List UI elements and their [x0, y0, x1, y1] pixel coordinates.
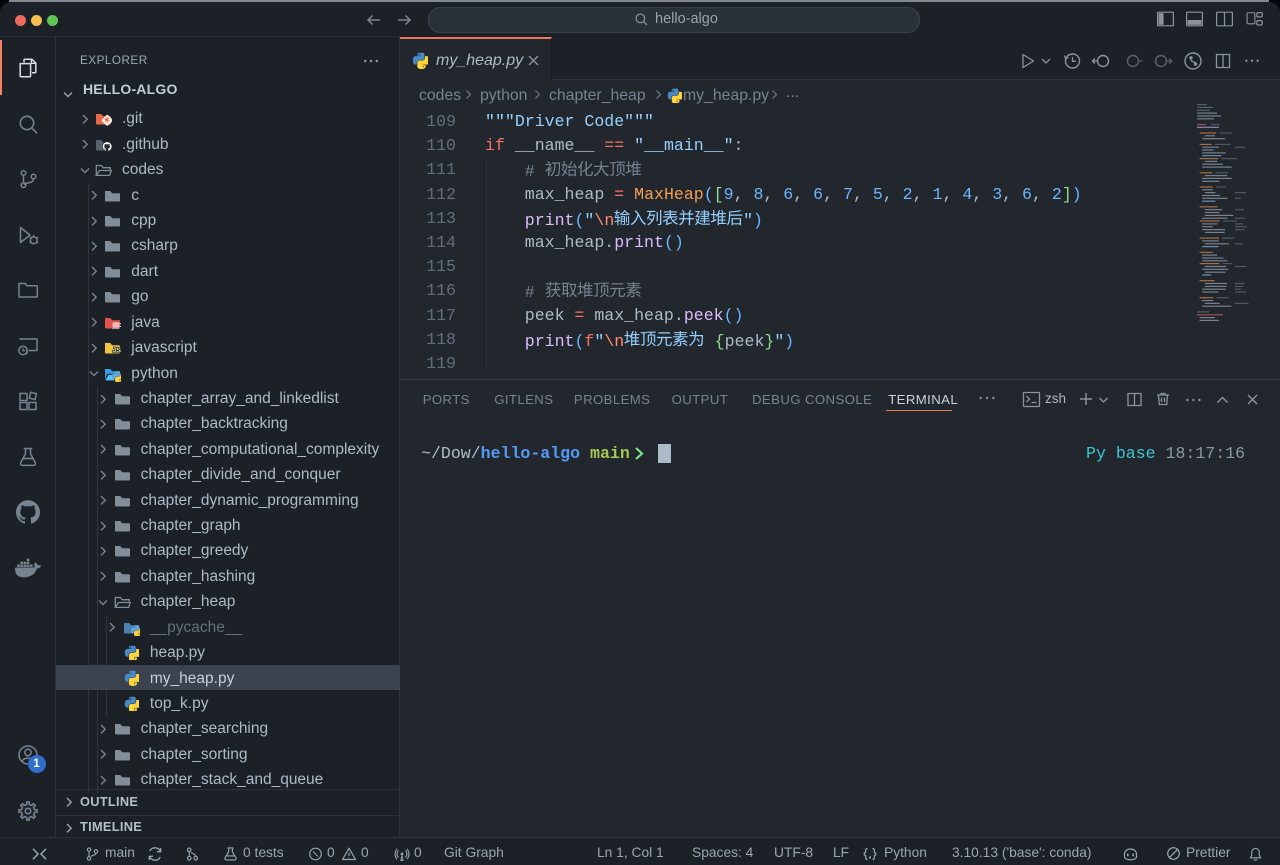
svg-text:JS: JS	[113, 348, 122, 355]
